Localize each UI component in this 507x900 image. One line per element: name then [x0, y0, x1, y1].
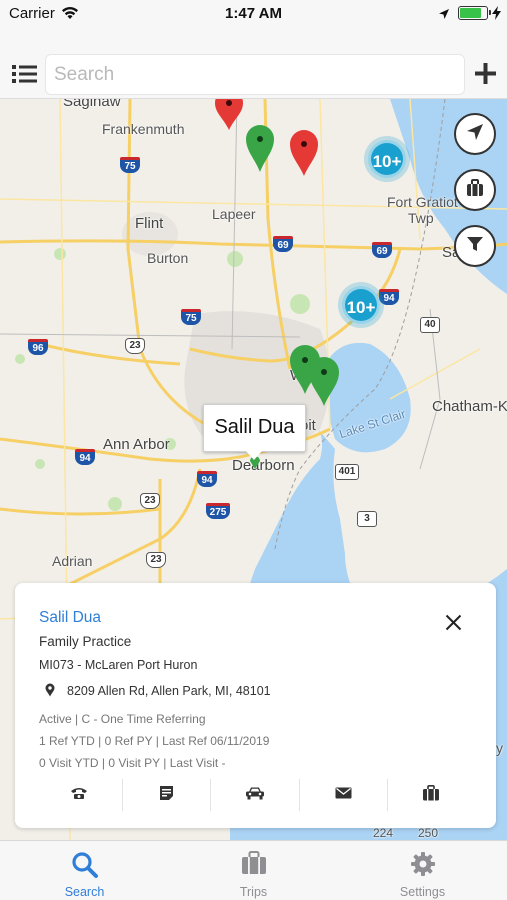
charging-icon: [492, 6, 501, 25]
tab-label: Search: [64, 885, 105, 899]
map-label: Fort Gratiot: [387, 194, 458, 210]
location-arrow-icon: [465, 122, 485, 147]
map-label: Twp: [408, 210, 434, 226]
status-bar: Carrier 1:47 AM: [0, 0, 507, 28]
car-icon: [245, 786, 265, 805]
map-label: Lapeer: [212, 206, 256, 222]
provider-pin-green[interactable]: [308, 355, 340, 407]
provider-pin-green[interactable]: [245, 123, 275, 173]
provider-visits: 0 Visit YTD | 0 Visit PY | Last Visit -: [39, 756, 226, 770]
search-icon: [71, 851, 99, 884]
callout-pointer: [246, 451, 262, 460]
list-icon[interactable]: [12, 65, 37, 88]
tab-search[interactable]: Search: [0, 841, 169, 900]
map-label: y: [496, 740, 503, 756]
provider-pin-red[interactable]: [289, 129, 319, 177]
interstate-shield: 75: [181, 309, 201, 325]
close-icon[interactable]: [445, 614, 462, 636]
provider-specialty: Family Practice: [39, 634, 132, 649]
filter-icon: [465, 234, 485, 259]
interstate-shield: 94: [75, 449, 95, 465]
mail-icon: [335, 786, 352, 804]
us-route-shield: 23: [146, 552, 166, 568]
map-label: Chatham-K: [432, 398, 507, 415]
interstate-shield: 69: [273, 236, 293, 252]
phone-icon: [70, 786, 88, 805]
highway-shield: 40: [420, 317, 440, 333]
status-time: 1:47 AM: [225, 5, 282, 22]
map-pin-icon: [45, 683, 55, 702]
interstate-shield: 94: [379, 289, 399, 305]
provider-address[interactable]: 8209 Allen Rd, Allen Park, MI, 48101: [67, 684, 271, 698]
tab-label: Trips: [239, 885, 268, 899]
briefcase-icon: [241, 851, 267, 880]
trips-map-button[interactable]: [454, 169, 496, 211]
map-label: Dearborn: [232, 457, 295, 474]
map-label: Frankenmuth: [102, 121, 185, 137]
add-note-button[interactable]: [123, 779, 212, 811]
provider-detail-card: Salil Dua Family Practice MI073 - McLare…: [15, 583, 496, 828]
map-label: Saginaw: [63, 98, 121, 110]
marker-callout[interactable]: Salil Dua: [203, 404, 306, 452]
location-services-icon: [438, 7, 450, 25]
briefcase-icon: [422, 784, 440, 806]
us-route-shield: 23: [125, 338, 145, 354]
gear-icon: [410, 851, 436, 882]
map-label: Burton: [147, 250, 189, 266]
provider-referrals: 1 Ref YTD | 0 Ref PY | Last Ref 06/11/20…: [39, 734, 270, 748]
highway-shield: 401: [335, 464, 359, 480]
map-label: Adrian: [52, 553, 93, 569]
provider-location: MI073 - McLaren Port Huron: [39, 658, 198, 672]
road-number: 250: [418, 826, 439, 840]
plus-icon[interactable]: [475, 63, 496, 89]
interstate-shield: 75: [120, 157, 140, 173]
cluster-marker[interactable]: 10+: [368, 140, 406, 178]
tab-trips[interactable]: Trips: [169, 841, 338, 900]
provider-status: Active | C - One Time Referring: [39, 712, 206, 726]
provider-pin-red[interactable]: [214, 98, 244, 131]
filter-button[interactable]: [454, 225, 496, 267]
search-input[interactable]: [45, 54, 465, 95]
tab-bar: Search Trips Settings: [0, 840, 507, 900]
add-to-trip-button[interactable]: [388, 779, 475, 811]
interstate-shield: 69: [372, 242, 392, 258]
search-row: [0, 28, 507, 98]
note-icon: [159, 785, 174, 806]
interstate-shield: 275: [206, 503, 230, 519]
map-label: Flint: [135, 215, 164, 232]
cluster-marker[interactable]: 10+: [342, 286, 380, 324]
provider-name-link[interactable]: Salil Dua: [39, 609, 101, 627]
briefcase-icon: [465, 178, 485, 203]
card-action-bar: [35, 779, 475, 811]
map-label: Ann Arbor: [103, 436, 170, 453]
directions-button[interactable]: [211, 779, 300, 811]
email-button[interactable]: [300, 779, 388, 811]
battery-icon: [458, 6, 491, 20]
call-button[interactable]: [35, 779, 124, 811]
locate-me-button[interactable]: [454, 113, 496, 155]
highway-shield: 3: [357, 511, 377, 527]
interstate-shield: 94: [197, 471, 217, 487]
us-route-shield: 23: [140, 493, 160, 509]
interstate-shield: 96: [28, 339, 48, 355]
tab-settings[interactable]: Settings: [338, 841, 507, 900]
road-number: 224: [373, 826, 394, 840]
tab-label: Settings: [399, 885, 446, 899]
